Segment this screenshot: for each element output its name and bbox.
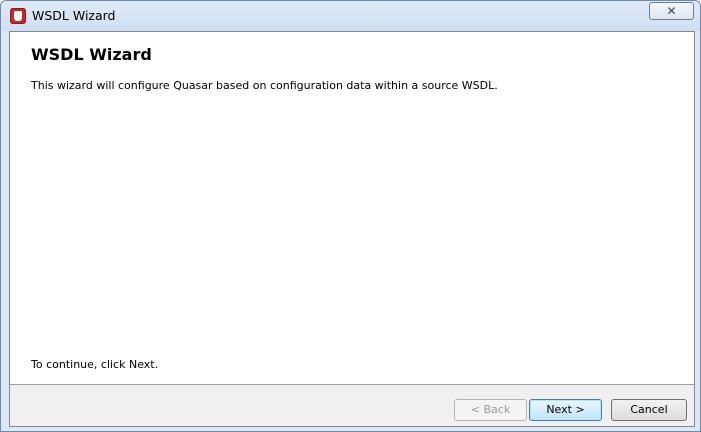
close-button[interactable]: ✕ <box>649 2 694 20</box>
window-title: WSDL Wizard <box>32 8 116 23</box>
cancel-button[interactable]: Cancel <box>611 399 687 421</box>
page-description: This wizard will configure Quasar based … <box>31 79 498 92</box>
app-icon <box>10 8 26 24</box>
button-bar: < Back Next > Cancel <box>10 385 694 426</box>
page-title: WSDL Wizard <box>31 45 152 64</box>
next-button[interactable]: Next > <box>529 399 602 421</box>
wizard-page: WSDL Wizard This wizard will configure Q… <box>10 32 694 384</box>
back-button[interactable]: < Back <box>454 399 527 421</box>
title-bar[interactable]: WSDL Wizard ✕ <box>1 1 700 31</box>
wizard-window: WSDL Wizard ✕ WSDL Wizard This wizard wi… <box>0 0 701 432</box>
continue-hint: To continue, click Next. <box>31 358 159 371</box>
wizard-client-area: WSDL Wizard This wizard will configure Q… <box>9 31 695 427</box>
close-icon: ✕ <box>666 4 677 18</box>
